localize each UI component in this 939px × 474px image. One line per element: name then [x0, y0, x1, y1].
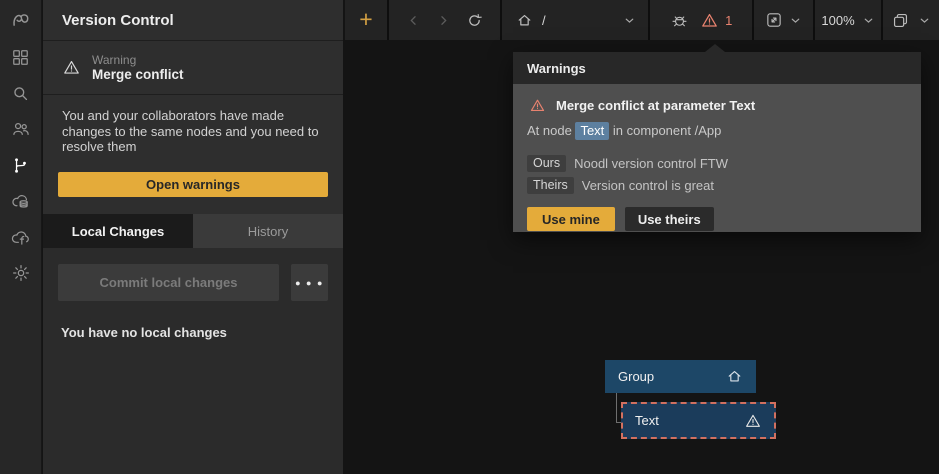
navigation-section	[389, 0, 500, 40]
tab-local-changes[interactable]: Local Changes	[43, 214, 193, 248]
forward-button[interactable]	[436, 13, 451, 28]
panel-tabs: Local Changes History	[43, 214, 343, 248]
refresh-button[interactable]	[466, 12, 483, 29]
search-icon[interactable]	[0, 75, 42, 111]
preview-frames-dropdown[interactable]	[883, 0, 939, 40]
home-icon	[726, 368, 743, 385]
preview-size-section	[754, 0, 813, 40]
warning-triangle-red-icon	[700, 11, 719, 30]
ours-line: Ours Noodl version control FTW	[527, 155, 907, 172]
back-button[interactable]	[406, 13, 421, 28]
popup-warning-title: Merge conflict at parameter Text	[556, 98, 755, 113]
chevron-down-icon[interactable]	[789, 14, 802, 27]
chevron-down-icon	[862, 14, 875, 27]
debug-warnings-section: 1	[650, 0, 752, 40]
warning-title: Merge conflict	[92, 67, 184, 83]
ours-value: Noodl version control FTW	[574, 156, 728, 171]
home-icon	[516, 12, 533, 29]
settings-gear-icon[interactable]	[0, 255, 42, 291]
merge-conflict-summary: Warning Merge conflict	[43, 41, 343, 95]
theirs-line: Theirs Version control is great	[527, 177, 907, 194]
popup-arrow	[705, 44, 725, 52]
stacked-windows-icon	[891, 11, 910, 30]
version-control-panel: Version Control Warning Merge conflict Y…	[43, 0, 343, 474]
noodl-logo-icon[interactable]	[0, 3, 42, 39]
node-name-chip: Text	[575, 122, 609, 140]
warnings-indicator-button[interactable]: 1	[700, 11, 732, 30]
conflict-description: You and your collaborators have made cha…	[43, 95, 343, 155]
no-local-changes-message: You have no local changes	[58, 325, 328, 340]
popup-body: Merge conflict at parameter Text At node…	[513, 84, 921, 232]
zoom-level-value: 100%	[821, 13, 854, 28]
noodl-editor-window: Version Control Warning Merge conflict Y…	[0, 0, 939, 474]
commit-local-changes-button[interactable]: Commit local changes	[58, 264, 279, 301]
expand-viewport-icon[interactable]	[765, 11, 783, 29]
canvas-toolbar: +	[345, 0, 939, 40]
plus-icon: +	[359, 8, 372, 31]
warning-label: Warning	[92, 53, 184, 67]
add-node-button[interactable]: +	[345, 0, 387, 40]
warning-triangle-icon	[62, 58, 81, 77]
node-group[interactable]: Group	[605, 360, 756, 393]
node-label: Text	[635, 413, 659, 428]
warning-triangle-red-icon	[529, 97, 546, 114]
more-options-button[interactable]: ● ● ●	[291, 264, 328, 301]
warning-location: At node Text in component /App	[527, 123, 907, 138]
route-path: /	[542, 13, 546, 28]
chevron-down-icon	[918, 14, 931, 27]
open-warnings-button[interactable]: Open warnings	[58, 172, 328, 197]
use-theirs-button[interactable]: Use theirs	[625, 207, 714, 231]
panel-header: Version Control	[43, 0, 343, 41]
node-text-conflicted[interactable]: Text	[621, 402, 776, 439]
theirs-value: Version control is great	[582, 178, 714, 193]
popup-header: Warnings	[513, 52, 921, 84]
route-dropdown[interactable]: /	[502, 0, 648, 40]
local-changes-content: Commit local changes ● ● ● You have no l…	[43, 248, 343, 474]
use-mine-button[interactable]: Use mine	[527, 207, 615, 231]
theirs-chip: Theirs	[527, 177, 574, 194]
version-control-icon[interactable]	[0, 147, 42, 183]
warnings-popup: Warnings Merge conflict at parameter Tex…	[513, 52, 921, 232]
tab-history[interactable]: History	[193, 214, 343, 248]
cloud-services-icon[interactable]	[0, 183, 42, 219]
node-label: Group	[618, 369, 654, 384]
warning-triangle-icon	[744, 412, 762, 430]
popup-title: Warnings	[527, 61, 586, 76]
zoom-level-dropdown[interactable]: 100%	[815, 0, 881, 40]
activity-bar	[0, 0, 42, 474]
ours-chip: Ours	[527, 155, 566, 172]
panel-title: Version Control	[62, 12, 174, 29]
chevron-down-icon	[623, 14, 636, 27]
cloud-functions-icon[interactable]	[0, 219, 42, 255]
debug-bug-icon[interactable]	[670, 11, 689, 30]
warning-count-badge: 1	[725, 13, 732, 28]
components-grid-icon[interactable]	[0, 39, 42, 75]
collaborators-icon[interactable]	[0, 111, 42, 147]
